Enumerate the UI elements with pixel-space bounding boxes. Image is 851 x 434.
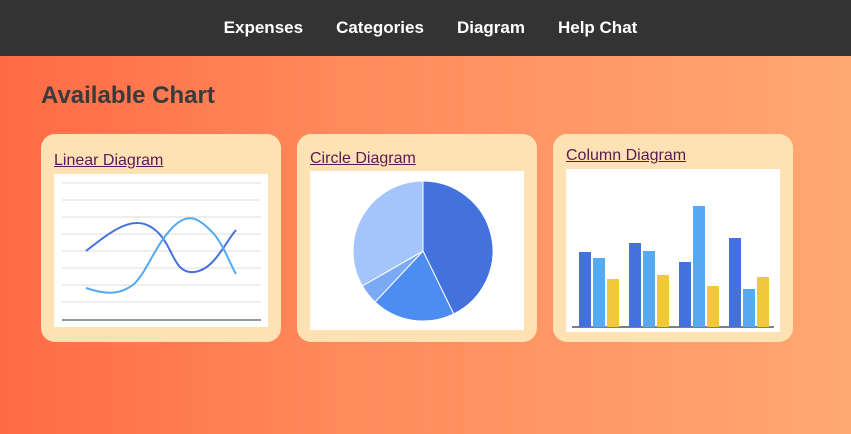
card-circle-diagram[interactable]: Circle Diagram [297, 134, 537, 342]
column-chart-thumbnail[interactable] [566, 169, 780, 332]
top-navbar: Expenses Categories Diagram Help Chat [0, 0, 851, 56]
column-diagram-link[interactable]: Column Diagram [566, 147, 686, 165]
circle-diagram-link[interactable]: Circle Diagram [310, 150, 416, 168]
nav-categories[interactable]: Categories [336, 18, 424, 38]
nav-diagram[interactable]: Diagram [457, 18, 525, 38]
line-chart-thumbnail[interactable] [54, 174, 268, 327]
card-linear-diagram[interactable]: Linear Diagram [41, 134, 281, 342]
linear-diagram-link[interactable]: Linear Diagram [54, 152, 163, 170]
nav-help-chat[interactable]: Help Chat [558, 18, 637, 38]
pie-chart-thumbnail[interactable] [310, 171, 524, 330]
nav-expenses[interactable]: Expenses [224, 18, 303, 38]
card-column-diagram[interactable]: Column Diagram [553, 134, 793, 342]
page-title: Available Chart [41, 82, 215, 109]
